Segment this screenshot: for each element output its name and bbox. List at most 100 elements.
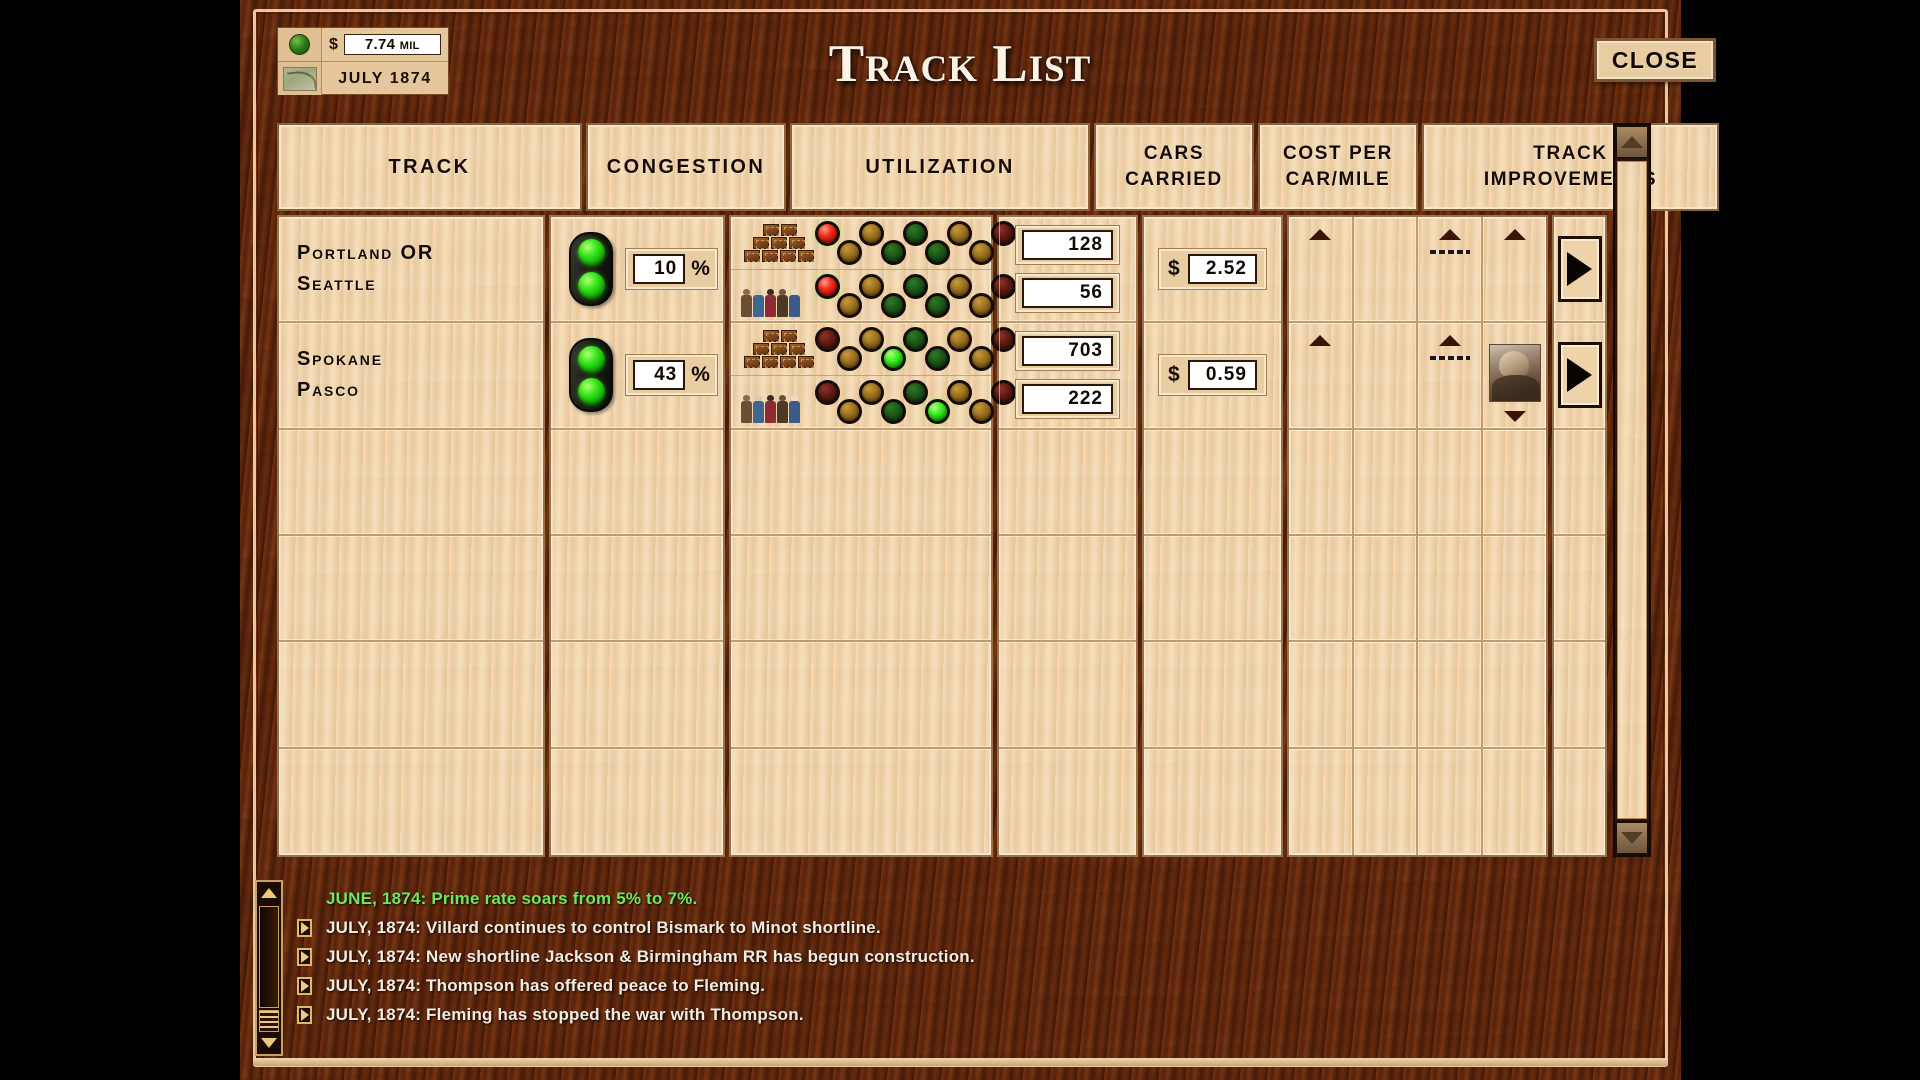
scroll-up-button[interactable] [1615, 125, 1649, 159]
table-row[interactable] [1554, 430, 1605, 536]
cars-carried-value: 703 [1022, 336, 1113, 367]
table-row[interactable] [279, 536, 544, 643]
improvement-slot-1[interactable] [1289, 748, 1354, 855]
table-row[interactable] [1144, 749, 1281, 855]
table-row[interactable]: $2.52 [1143, 217, 1281, 324]
news-item[interactable]: JULY, 1874: Thompson has offered peace t… [297, 971, 1658, 1000]
table-row[interactable] [999, 430, 1136, 536]
upgrade-arrow-icon[interactable] [1309, 229, 1332, 240]
table-row[interactable] [731, 536, 992, 643]
improvement-slot-2[interactable] [1354, 323, 1419, 428]
table-row[interactable] [551, 642, 724, 749]
table-row[interactable] [1554, 323, 1605, 430]
improvement-slot-2[interactable] [1354, 748, 1419, 855]
table-row[interactable] [279, 749, 543, 855]
table-row[interactable] [551, 430, 724, 536]
improvement-slot-1[interactable] [1289, 217, 1354, 322]
column-header-track[interactable]: TRACK [277, 123, 582, 211]
table-row[interactable] [1288, 429, 1547, 536]
improvement-slot-3[interactable] [1418, 323, 1484, 428]
table-row[interactable]: $0.59 [1143, 323, 1281, 430]
improvement-slot-4[interactable] [1483, 536, 1546, 640]
table-row[interactable] [279, 642, 544, 749]
table-row[interactable] [1554, 749, 1605, 855]
table-row[interactable] [731, 430, 992, 536]
cost-per-car-mile-column: $2.52 $0.59 [1141, 215, 1283, 857]
column-header-cost-per[interactable]: COST PER CAR/MILE [1258, 123, 1418, 211]
column-header-congestion[interactable]: CONGESTION [586, 123, 786, 211]
table-row[interactable] [1554, 642, 1605, 749]
news-scrollbar[interactable] [255, 880, 283, 1056]
improvement-slot-1[interactable] [1289, 323, 1354, 428]
news-item[interactable]: JUNE, 1874: Prime rate soars from 5% to … [297, 884, 1658, 913]
table-row[interactable]: 128 56 [999, 217, 1136, 324]
table-row[interactable] [551, 749, 723, 855]
scrollbar-track[interactable] [1617, 161, 1647, 819]
table-row[interactable]: 10% [551, 217, 724, 324]
improvement-slot-3[interactable] [1418, 429, 1484, 534]
improvement-slot-4[interactable] [1483, 430, 1546, 534]
table-row[interactable] [731, 323, 1017, 430]
table-row[interactable]: Spokane Pasco [279, 323, 544, 430]
improvement-slot-2[interactable] [1354, 429, 1419, 534]
improvement-slot-4[interactable] [1483, 217, 1546, 321]
table-row[interactable] [999, 642, 1136, 749]
improvement-slot-1[interactable] [1289, 535, 1354, 641]
table-row[interactable] [1554, 217, 1605, 324]
news-scrollbar-thumb[interactable] [259, 906, 279, 1008]
table-row[interactable]: 703 222 [999, 323, 1136, 430]
table-row[interactable] [1289, 748, 1546, 855]
improvement-slot-2[interactable] [1354, 535, 1419, 641]
table-row[interactable]: 43% [551, 323, 724, 430]
news-item[interactable]: JULY, 1874: New shortline Jackson & Birm… [297, 942, 1658, 971]
improvement-slot-2[interactable] [1354, 217, 1419, 322]
improvement-slot-3[interactable] [1418, 217, 1484, 322]
downgrade-arrow-icon[interactable] [1503, 410, 1526, 422]
table-row[interactable] [1143, 536, 1281, 643]
improvement-slot-3[interactable] [1418, 642, 1484, 747]
table-row[interactable] [999, 749, 1136, 855]
table-row[interactable] [551, 536, 724, 643]
table-row[interactable] [731, 642, 992, 749]
close-button[interactable]: CLOSE [1594, 38, 1716, 82]
table-row[interactable] [731, 749, 991, 855]
news-item[interactable]: JULY, 1874: Villard continues to control… [297, 913, 1658, 942]
news-scroll-down-button[interactable] [257, 1032, 281, 1054]
news-scroll-up-button[interactable] [257, 882, 281, 904]
view-track-detail-button[interactable] [1557, 342, 1602, 409]
upgrade-arrow-icon[interactable] [1438, 335, 1461, 347]
table-row[interactable] [1288, 535, 1547, 643]
improvement-slot-3[interactable] [1418, 535, 1484, 641]
news-scrollbar-grip[interactable] [259, 1010, 279, 1032]
table-row[interactable] [1554, 536, 1605, 643]
upgrade-arrow-icon[interactable] [1503, 229, 1526, 240]
improvement-slot-4[interactable] [1483, 642, 1546, 746]
executive-portrait[interactable] [1488, 343, 1541, 402]
date-row[interactable]: JULY 1874 [278, 61, 448, 95]
improvement-slot-4[interactable] [1483, 323, 1546, 427]
table-row[interactable] [731, 217, 1017, 324]
news-item[interactable]: JULY, 1874: Fleming has stopped the war … [297, 1000, 1658, 1029]
improvement-slot-1[interactable] [1289, 429, 1354, 534]
view-track-detail-button[interactable] [1557, 236, 1602, 303]
table-row[interactable] [1143, 642, 1281, 749]
improvement-slot-4[interactable] [1483, 749, 1546, 855]
table-row[interactable]: Portland OR Seattle [279, 217, 544, 324]
upgrade-arrow-icon[interactable] [1309, 335, 1332, 347]
table-row[interactable] [1288, 323, 1547, 430]
column-header-track[interactable]: TRACK IMPROVEMENTS [1422, 123, 1719, 211]
scroll-down-button[interactable] [1615, 821, 1649, 855]
improvement-slot-1[interactable] [1289, 642, 1354, 747]
improvement-slot-2[interactable] [1354, 642, 1419, 747]
column-header-utilization[interactable]: UTILIZATION [790, 123, 1090, 211]
money-row[interactable]: $ 7.74 MIL [278, 28, 448, 61]
table-row[interactable] [999, 536, 1136, 643]
improvement-slot-3[interactable] [1418, 748, 1484, 855]
table-row[interactable] [279, 430, 544, 536]
column-header-cars[interactable]: CARS CARRIED [1094, 123, 1254, 211]
table-row[interactable] [1288, 642, 1547, 749]
table-scrollbar[interactable] [1613, 123, 1651, 857]
upgrade-arrow-icon[interactable] [1438, 229, 1461, 240]
table-row[interactable] [1288, 217, 1547, 324]
table-row[interactable] [1143, 430, 1281, 536]
